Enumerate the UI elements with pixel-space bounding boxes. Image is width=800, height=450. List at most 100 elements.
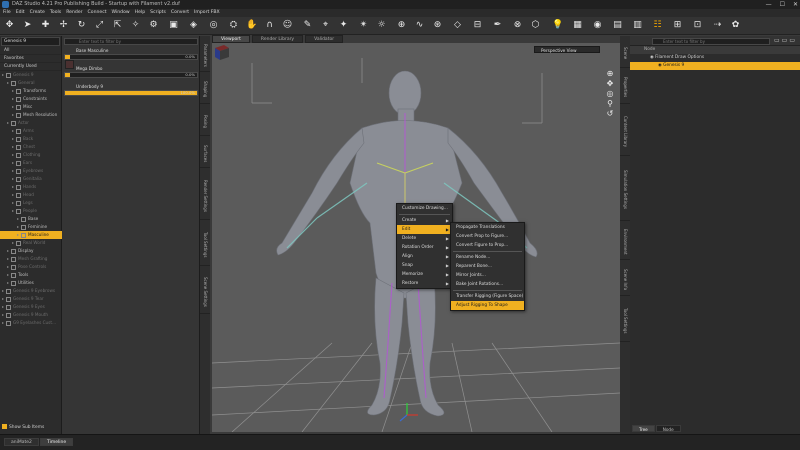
tree-item[interactable]: ▸ Masculine [0, 231, 62, 239]
node-icon[interactable]: ⊛ [432, 20, 443, 31]
parameter-value[interactable]: 0.0% [185, 55, 195, 59]
linked-icon[interactable]: ⊕ [396, 20, 407, 31]
menu-window[interactable]: Window [112, 9, 130, 17]
tree-item[interactable]: ▸ Arms [0, 127, 62, 135]
tape-measure-icon[interactable]: ⌖ [320, 20, 331, 31]
tree-item[interactable]: ▸ Genesis 9 Mouth [0, 311, 62, 319]
vtab-surfaces[interactable]: Surfaces [200, 140, 210, 168]
category-item[interactable]: Favorites [0, 55, 61, 63]
reset-view-icon[interactable]: ↺ [605, 109, 615, 119]
slider-track[interactable]: 0.0% [64, 72, 198, 78]
render-icon[interactable]: ▤ [612, 20, 623, 31]
tree-item[interactable]: ▸ People [0, 207, 62, 215]
menu-scripts[interactable]: Scripts [150, 9, 166, 17]
menu-help[interactable]: Help [135, 9, 145, 17]
vtab-parameters[interactable]: Parameters [200, 40, 210, 72]
vtab-posing[interactable]: Posing [200, 108, 210, 136]
joint-editor-icon[interactable]: ✧ [130, 20, 141, 31]
grid-icon[interactable]: ▦ [572, 20, 583, 31]
universal-tool-icon[interactable]: ✢ [58, 20, 69, 31]
move-tool-icon[interactable]: ✥ [4, 20, 15, 31]
tree-item[interactable]: ▸ Display [0, 247, 62, 255]
tree-item[interactable]: ▸ Genesis 9 Tear [0, 295, 62, 303]
tree-item[interactable]: ▸ Utilities [0, 279, 62, 287]
menu-tools[interactable]: Tools [50, 9, 61, 17]
scene-tab-tree[interactable]: Tree [632, 425, 655, 432]
ruler-icon[interactable]: ⊟ [472, 20, 483, 31]
vtab-scene-info[interactable]: Scene Info [620, 264, 630, 296]
tree-item[interactable]: ▸ Clothing [0, 151, 62, 159]
translate-tool-icon[interactable]: ⇱ [112, 20, 123, 31]
arrow-icon[interactable]: ⇢ [712, 20, 723, 31]
primitive-icon[interactable]: ◇ [452, 20, 463, 31]
vtab-content-library[interactable]: Content Library [620, 108, 630, 156]
scene-node[interactable]: ◉ Filament Draw Options [630, 54, 800, 62]
show-sub-items-checkbox[interactable]: Show Sub Items [2, 424, 44, 430]
filament-icon[interactable]: ✿ [730, 20, 741, 31]
camera-view-icon[interactable]: ◉ [592, 20, 603, 31]
scale-tool-icon[interactable]: ⤢ [94, 20, 105, 31]
submenu-item[interactable]: Propagate Translations [451, 223, 524, 232]
tree-item[interactable]: ▸ Hands [0, 183, 62, 191]
node-weight-icon[interactable]: ⚙ [148, 20, 159, 31]
shape-icon[interactable]: ⬡ [530, 20, 541, 31]
context-menu-item[interactable]: Snap ▶ [397, 261, 452, 270]
submenu-item[interactable]: Mirror Joints... [451, 271, 524, 280]
scene-node[interactable]: ◉ Genesis 9 [630, 62, 800, 70]
parameter-value[interactable]: 0.0% [185, 73, 195, 77]
tree-item[interactable]: ▸ Genesis 9 Eyebrows [0, 287, 62, 295]
menu-render[interactable]: Render [66, 9, 82, 17]
pose-tool-icon[interactable]: ✚ [40, 20, 51, 31]
magnet-icon[interactable]: ∩ [264, 20, 275, 31]
menu-connect[interactable]: Connect [88, 9, 107, 17]
tree-item[interactable]: ▸ Mesh Grafting [0, 255, 62, 263]
vtab-properties[interactable]: Properties [620, 72, 630, 104]
parameter-value[interactable]: 100.0% [181, 91, 195, 95]
vtab-scene-settings[interactable]: Scene Settings [200, 270, 210, 315]
category-item[interactable]: Currently Used [0, 63, 61, 71]
context-menu-item[interactable]: Edit ▶ [397, 225, 452, 234]
tree-item[interactable]: ▸ Misc [0, 103, 62, 111]
vtab-shaping[interactable]: Shaping [200, 76, 210, 104]
scene-options-icons[interactable]: ▭▭▭ [774, 37, 797, 44]
vtab-simulation-settings[interactable]: Simulation Settings [620, 160, 630, 221]
context-menu-item[interactable]: Align ▶ [397, 252, 452, 261]
iray-icon[interactable]: ⊞ [672, 20, 683, 31]
tree-item[interactable]: ▸ Feminine [0, 223, 62, 231]
context-menu-item[interactable]: Rotation Order ▶ [397, 243, 452, 252]
submenu-item[interactable]: Convert Figure to Prop... [451, 241, 524, 250]
tree-item[interactable]: ▸ Transforms [0, 87, 62, 95]
tree-item[interactable]: ▸ Actor [0, 119, 62, 127]
vtab-scene[interactable]: Scene [620, 40, 630, 68]
minimize-icon[interactable]: — [766, 0, 772, 9]
paint-icon[interactable]: ✒ [492, 20, 503, 31]
pin-icon[interactable]: ⊗ [512, 20, 523, 31]
vtab-render-settings[interactable]: Render Settings [200, 172, 210, 220]
surface-selection-icon[interactable]: ▣ [168, 20, 179, 31]
tree-item[interactable]: ▸ G9 Eyelashes Cust... [0, 319, 62, 327]
pan-icon[interactable]: ✥ [605, 79, 615, 89]
active-pose-icon[interactable]: ⛭ [228, 20, 239, 31]
dolly-icon[interactable]: ⚲ [605, 99, 615, 109]
menu-create[interactable]: Create [30, 9, 45, 17]
vtab-tool-settings[interactable]: Tool Settings [620, 300, 630, 342]
geometry-editor-icon[interactable]: ◈ [188, 20, 199, 31]
tree-item[interactable]: ▸ Head [0, 191, 62, 199]
parameters-search-input[interactable]: Enter text to filter by [64, 38, 198, 45]
bottom-tab-timeline[interactable]: Timeline [40, 438, 74, 446]
select-tool-icon[interactable]: ➤ [22, 20, 33, 31]
orbit-icon[interactable]: ⊕ [605, 69, 615, 79]
slider-track[interactable]: 0.0% [64, 54, 198, 60]
spline-icon[interactable]: ∿ [414, 20, 425, 31]
menu-file[interactable]: File [3, 9, 11, 17]
menu-import-fbx[interactable]: Import FBX [194, 9, 220, 17]
vtab-environment[interactable]: Environment [620, 225, 630, 260]
menu-edit[interactable]: Edit [16, 9, 25, 17]
scene-search-input[interactable]: Enter text to filter by [652, 38, 770, 45]
submenu-item[interactable]: Reparent Bone... [451, 262, 524, 271]
submenu-item[interactable]: Adjust Rigging To Shape [451, 301, 524, 310]
tree-item[interactable]: ▸ Genesis 9 Eyes [0, 303, 62, 311]
parameter-slider[interactable]: Underbody 9 100.0% [64, 84, 198, 96]
parameter-slider[interactable]: Base Masculine 0.0% [64, 48, 198, 60]
tab-viewport[interactable]: Viewport [212, 35, 250, 43]
